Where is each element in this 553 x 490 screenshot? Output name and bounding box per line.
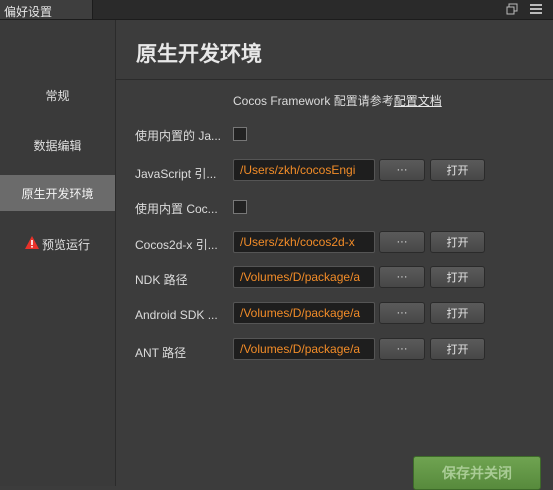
cocos2dx-path-input[interactable]: /Users/zkh/cocos2d-x bbox=[233, 231, 375, 253]
js-engine-browse-button[interactable]: ··· bbox=[379, 159, 425, 181]
ndk-open-button[interactable]: 打开 bbox=[430, 266, 485, 288]
ndk-path-label: NDK 路径 bbox=[135, 273, 188, 287]
config-doc-link[interactable]: 配置文档 bbox=[394, 94, 442, 108]
js-engine-label: JavaScript 引... bbox=[135, 167, 217, 181]
notice-text: Cocos Framework 配置请参考 bbox=[233, 94, 394, 108]
android-sdk-path-input[interactable]: /Volumes/D/package/a bbox=[233, 302, 375, 324]
save-and-close-button[interactable]: 保存并关闭 bbox=[413, 456, 541, 490]
ndk-path-input[interactable]: /Volumes/D/package/a bbox=[233, 266, 375, 288]
menu-icon[interactable] bbox=[528, 1, 544, 17]
ant-browse-button[interactable]: ··· bbox=[379, 338, 425, 360]
title-bar: 偏好设置 bbox=[0, 0, 553, 20]
preferences-tab[interactable]: 偏好设置 bbox=[0, 0, 93, 19]
main-panel: 原生开发环境 Cocos Framework 配置请参考配置文档 使用内置的 J… bbox=[116, 20, 553, 490]
builtin-cocos-label: 使用内置 Coc... bbox=[135, 202, 218, 216]
title-divider bbox=[116, 79, 553, 80]
sidebar-item-preview-run[interactable]: 预览运行 bbox=[0, 226, 115, 262]
sidebar: 常规 数据编辑 原生开发环境 预览运行 bbox=[0, 20, 116, 486]
builtin-cocos-checkbox[interactable] bbox=[233, 200, 247, 214]
android-sdk-label: Android SDK ... bbox=[135, 308, 218, 322]
sidebar-item-general[interactable]: 常规 bbox=[0, 77, 115, 113]
sidebar-item-label: 数据编辑 bbox=[33, 138, 82, 153]
js-engine-path-input[interactable]: /Users/zkh/cocosEngi bbox=[233, 159, 375, 181]
js-engine-open-button[interactable]: 打开 bbox=[430, 159, 485, 181]
android-sdk-browse-button[interactable]: ··· bbox=[379, 302, 425, 324]
ant-path-label: ANT 路径 bbox=[135, 346, 187, 360]
sidebar-item-label: 原生开发环境 bbox=[21, 186, 94, 201]
android-sdk-open-button[interactable]: 打开 bbox=[430, 302, 485, 324]
ant-path-input[interactable]: /Volumes/D/package/a bbox=[233, 338, 375, 360]
builtin-js-checkbox[interactable] bbox=[233, 127, 247, 141]
framework-notice: Cocos Framework 配置请参考配置文档 bbox=[233, 92, 442, 109]
sidebar-item-label: 常规 bbox=[45, 88, 70, 103]
ant-open-button[interactable]: 打开 bbox=[430, 338, 485, 360]
page-title: 原生开发环境 bbox=[136, 43, 262, 66]
sidebar-item-data-editing[interactable]: 数据编辑 bbox=[0, 127, 115, 163]
cocos2dx-open-button[interactable]: 打开 bbox=[430, 231, 485, 253]
cocos2dx-engine-label: Cocos2d-x 引... bbox=[135, 238, 218, 252]
warning-icon bbox=[24, 236, 39, 252]
tab-title: 偏好设置 bbox=[4, 5, 53, 19]
restore-window-icon[interactable] bbox=[504, 1, 520, 17]
sidebar-item-native-env[interactable]: 原生开发环境 bbox=[0, 175, 115, 211]
builtin-js-label: 使用内置的 Ja... bbox=[135, 129, 222, 143]
ndk-browse-button[interactable]: ··· bbox=[379, 266, 425, 288]
cocos2dx-browse-button[interactable]: ··· bbox=[379, 231, 425, 253]
sidebar-item-label: 预览运行 bbox=[41, 237, 90, 252]
